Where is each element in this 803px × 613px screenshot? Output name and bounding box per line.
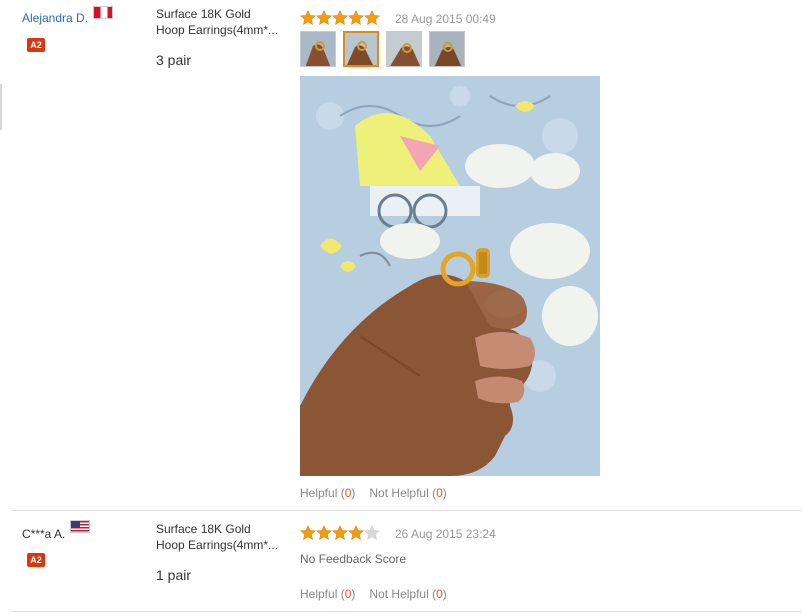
reviewer-name: C***a A. [22, 527, 66, 541]
product-name-line: Hoop Earrings(4mm*... [156, 538, 279, 552]
usa-flag-icon [70, 520, 90, 533]
helpful-votes: Helpful (0) Not Helpful (0) [300, 486, 447, 500]
photo-thumbnail[interactable] [386, 31, 422, 67]
review-date: 26 Aug 2015 23:24 [395, 527, 496, 541]
peru-flag-icon [93, 6, 113, 19]
paren: ) [442, 486, 447, 500]
photo-thumbnail[interactable] [429, 31, 465, 67]
feedback-score: No Feedback Score [300, 552, 407, 566]
star-filled-icon [300, 10, 316, 26]
not-helpful-label: Not Helpful [369, 587, 429, 601]
helpful-votes: Helpful (0) Not Helpful (0) [300, 587, 447, 601]
star-empty-icon [364, 525, 380, 541]
buyer-level-badge: A2 [27, 553, 45, 567]
product-name: Surface 18K Gold Hoop Earrings(4mm*... [156, 521, 296, 553]
scroll-indicator [0, 84, 2, 130]
photo-thumbnail-selected[interactable] [343, 31, 379, 67]
buyer-level-badge: A2 [27, 38, 45, 52]
quantity: 3 pair [156, 52, 192, 68]
helpful-label: Helpful [300, 486, 338, 500]
product-name: Surface 18K Gold Hoop Earrings(4mm*... [156, 6, 296, 38]
star-rating [300, 10, 380, 26]
paren: ) [442, 587, 447, 601]
not-helpful-count: 0 [436, 587, 443, 601]
paren: ) [351, 486, 356, 500]
photo-thumbnails [300, 31, 465, 67]
reviewer-name-link[interactable]: Alejandra D. [22, 11, 88, 25]
not-helpful-label: Not Helpful [369, 486, 429, 500]
not-helpful-button[interactable]: Not Helpful (0) [369, 587, 446, 601]
star-filled-icon [348, 525, 364, 541]
star-filled-icon [332, 525, 348, 541]
helpful-button[interactable]: Helpful (0) [300, 486, 355, 500]
star-filled-icon [316, 525, 332, 541]
star-filled-icon [300, 525, 316, 541]
review-date: 28 Aug 2015 00:49 [395, 12, 496, 26]
photo-thumbnail[interactable] [300, 31, 336, 67]
quantity: 1 pair [156, 567, 192, 583]
star-filled-icon [316, 10, 332, 26]
product-name-line: Surface 18K Gold [156, 7, 251, 21]
not-helpful-count: 0 [436, 486, 443, 500]
helpful-button[interactable]: Helpful (0) [300, 587, 355, 601]
paren: ) [351, 587, 356, 601]
not-helpful-button[interactable]: Not Helpful (0) [369, 486, 446, 500]
product-name-line: Hoop Earrings(4mm*... [156, 23, 279, 37]
product-name-line: Surface 18K Gold [156, 522, 251, 536]
star-filled-icon [348, 10, 364, 26]
star-rating [300, 525, 380, 541]
helpful-label: Helpful [300, 587, 338, 601]
review-item: Alejandra D. A2 Surface 18K Gold Hoop Ea… [12, 0, 802, 510]
review-item: C***a A. A2 Surface 18K Gold Hoop Earrin… [12, 511, 802, 611]
star-filled-icon [364, 10, 380, 26]
divider [12, 611, 802, 612]
star-filled-icon [332, 10, 348, 26]
review-photo[interactable] [300, 76, 600, 476]
